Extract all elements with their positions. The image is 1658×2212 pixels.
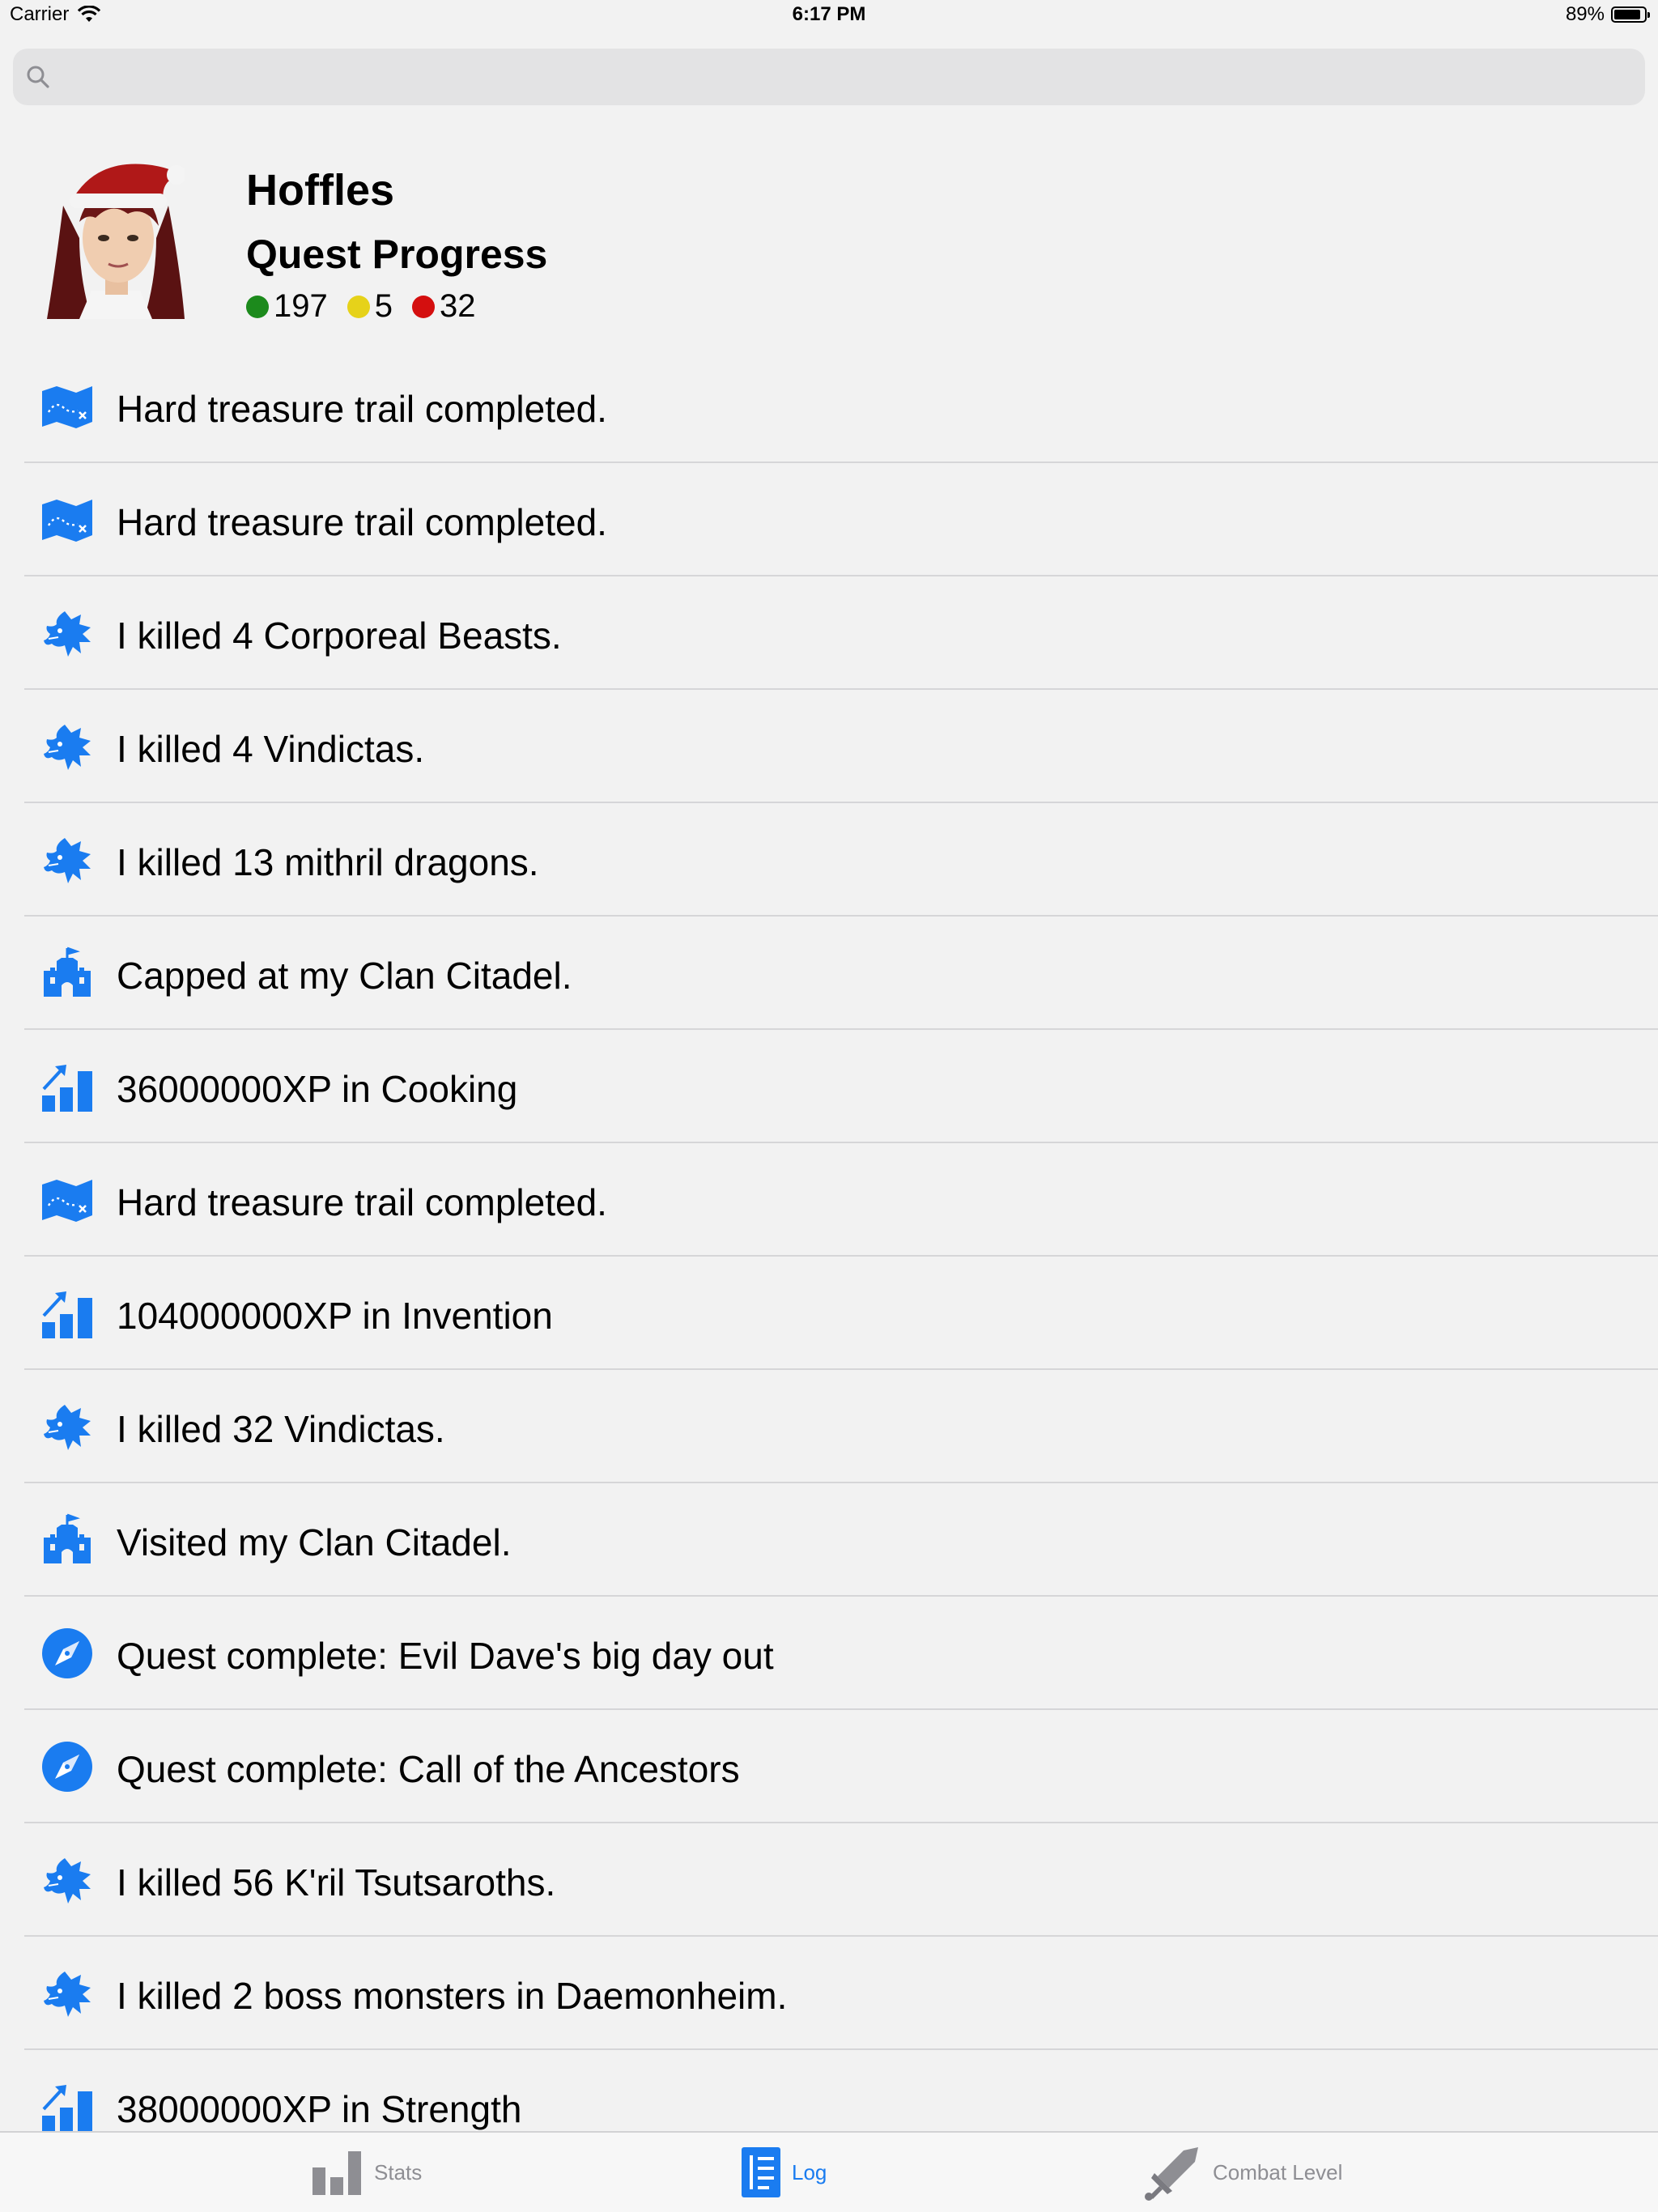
dragon-icon: [40, 606, 94, 660]
log-row-text: 38000000XP in Strength: [117, 2088, 522, 2130]
log-row-text: Hard treasure trail completed.: [117, 388, 607, 430]
avatar: [47, 157, 185, 319]
log-row-text: I killed 4 Vindictas.: [117, 728, 425, 770]
xp-chart-icon: [40, 1287, 94, 1340]
log-row[interactable]: I killed 32 Vindictas.: [0, 1370, 1658, 1483]
log-row[interactable]: Capped at my Clan Citadel.: [0, 917, 1658, 1030]
battery-icon: [1611, 6, 1650, 23]
sword-icon: [1145, 2147, 1198, 2201]
log-row-text: Hard treasure trail completed.: [117, 501, 607, 543]
log-row-text: Quest complete: Evil Dave's big day out: [117, 1635, 774, 1677]
quests-not-started-count: 32: [440, 288, 476, 324]
xp-chart-icon: [40, 2080, 94, 2133]
log-row-text: 104000000XP in Invention: [117, 1295, 553, 1337]
tab-combat-level-label: Combat Level: [1213, 2159, 1343, 2184]
quest-stats: 197 5 32: [246, 288, 495, 325]
log-row[interactable]: Hard treasure trail completed.: [0, 1143, 1658, 1257]
castle-icon: [40, 1513, 94, 1567]
tab-combat-level[interactable]: Combat Level: [1145, 2133, 1342, 2212]
search-input[interactable]: [50, 49, 1645, 105]
log-row[interactable]: 36000000XP in Cooking: [0, 1030, 1658, 1143]
log-row[interactable]: Hard treasure trail completed.: [0, 463, 1658, 576]
tab-stats[interactable]: Stats: [311, 2133, 422, 2212]
search-icon: [27, 66, 49, 88]
log-row[interactable]: I killed 13 mithril dragons.: [0, 803, 1658, 917]
dragon-icon: [40, 1853, 94, 1907]
log-list-icon: [742, 2147, 780, 2197]
log-row[interactable]: Hard treasure trail completed.: [0, 350, 1658, 463]
log-row[interactable]: I killed 56 K'ril Tsutsaroths.: [0, 1823, 1658, 1937]
log-row-text: Capped at my Clan Citadel.: [117, 955, 572, 997]
log-row-text: I killed 13 mithril dragons.: [117, 841, 539, 883]
quests-completed-count: 197: [274, 288, 328, 324]
log-row-text: I killed 56 K'ril Tsutsaroths.: [117, 1861, 556, 1904]
quests-not-started: 32: [412, 288, 476, 325]
log-row[interactable]: Quest complete: Call of the Ancestors: [0, 1710, 1658, 1823]
compass-icon: [40, 1740, 94, 1793]
status-bar: Carrier 6:17 PM 89%: [0, 0, 1658, 32]
bar-chart-icon: [312, 2151, 361, 2195]
battery-level: [1614, 10, 1641, 19]
tab-stats-label: Stats: [374, 2159, 423, 2184]
dragon-icon: [40, 720, 94, 773]
search-bar[interactable]: [13, 49, 1645, 105]
quests-started: 5: [346, 288, 393, 325]
treasure-map-icon: [40, 493, 94, 547]
yellow-dot-icon: [346, 295, 370, 318]
castle-icon: [40, 946, 94, 1000]
xp-chart-icon: [40, 1060, 94, 1113]
log-row-text: Visited my Clan Citadel.: [117, 1521, 512, 1563]
red-dot-icon: [412, 295, 435, 318]
dragon-icon: [40, 1400, 94, 1453]
player-name: Hoffles: [246, 166, 395, 215]
compass-icon: [40, 1627, 94, 1680]
treasure-map-icon: [40, 380, 94, 433]
log-row-text: I killed 4 Corporeal Beasts.: [117, 615, 562, 657]
log-row[interactable]: Visited my Clan Citadel.: [0, 1483, 1658, 1597]
status-time: 6:17 PM: [792, 3, 866, 25]
treasure-map-icon: [40, 1173, 94, 1227]
tab-log[interactable]: Log: [742, 2133, 827, 2212]
log-row-text: 36000000XP in Cooking: [117, 1068, 518, 1110]
log-row[interactable]: Quest complete: Evil Dave's big day out: [0, 1597, 1658, 1710]
log-row[interactable]: 104000000XP in Invention: [0, 1257, 1658, 1370]
log-row-text: I killed 2 boss monsters in Daemonheim.: [117, 1975, 788, 2017]
dragon-icon: [40, 1967, 94, 2020]
activity-log-list[interactable]: Hard treasure trail completed. Hard trea…: [0, 350, 1658, 2163]
log-row-text: I killed 32 Vindictas.: [117, 1408, 445, 1450]
log-row[interactable]: I killed 2 boss monsters in Daemonheim.: [0, 1937, 1658, 2050]
log-row[interactable]: I killed 4 Corporeal Beasts.: [0, 576, 1658, 690]
quests-started-count: 5: [374, 288, 393, 324]
quest-progress-title: Quest Progress: [246, 232, 548, 277]
dragon-icon: [40, 833, 94, 887]
tab-log-label: Log: [792, 2159, 827, 2184]
status-right: 89%: [1565, 3, 1650, 26]
battery-percent: 89%: [1565, 3, 1605, 25]
log-row-text: Hard treasure trail completed.: [117, 1181, 607, 1223]
quests-completed: 197: [246, 288, 328, 325]
log-row-text: Quest complete: Call of the Ancestors: [117, 1748, 740, 1790]
log-row[interactable]: I killed 4 Vindictas.: [0, 690, 1658, 803]
tab-bar: Stats Log Combat Level: [0, 2131, 1658, 2212]
green-dot-icon: [246, 295, 269, 318]
